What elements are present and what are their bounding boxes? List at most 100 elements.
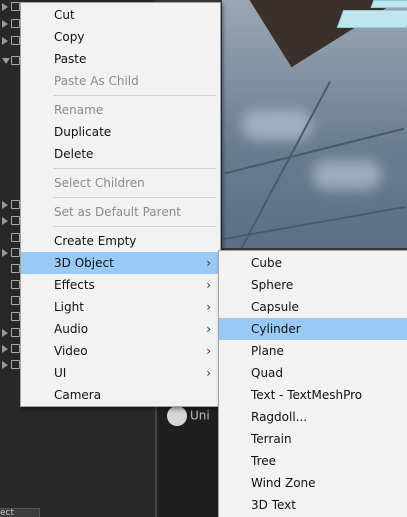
floor-reflection <box>312 160 382 190</box>
menu-item-duplicate[interactable]: Duplicate <box>21 121 220 143</box>
gameobject-icon <box>11 216 20 225</box>
menu-item-label: 3D Text <box>251 498 296 512</box>
expand-arrow-icon[interactable] <box>2 329 8 337</box>
submenu-item-plane[interactable]: Plane <box>219 340 407 362</box>
expand-arrow-icon[interactable] <box>2 3 8 11</box>
gameobject-icon <box>11 296 20 305</box>
submenu-arrow-icon: › <box>206 278 211 292</box>
menu-item-audio[interactable]: Audio › <box>21 318 220 340</box>
menu-item-ui[interactable]: UI › <box>21 362 220 384</box>
menu-item-label: Camera <box>54 388 102 402</box>
expand-arrow-icon[interactable] <box>2 345 8 353</box>
collapse-arrow-icon[interactable] <box>2 58 10 64</box>
gameobject-icon <box>11 36 20 45</box>
submenu-item-sphere[interactable]: Sphere <box>219 274 407 296</box>
menu-separator <box>21 194 220 201</box>
gameobject-icon <box>11 200 20 209</box>
gameobject-icon <box>11 264 20 273</box>
menu-item-label: UI <box>54 366 67 380</box>
gameobject-icon <box>11 312 20 321</box>
expand-arrow-icon[interactable] <box>2 217 8 225</box>
submenu-arrow-icon: › <box>206 300 211 314</box>
unity-logo-icon <box>167 406 187 426</box>
menu-item-video[interactable]: Video › <box>21 340 220 362</box>
menu-item-effects[interactable]: Effects › <box>21 274 220 296</box>
menu-item-label: Create Empty <box>54 234 137 248</box>
submenu-arrow-icon: › <box>206 256 211 270</box>
menu-separator <box>21 165 220 172</box>
expand-arrow-icon[interactable] <box>2 37 8 45</box>
menu-item-delete[interactable]: Delete <box>21 143 220 165</box>
expand-arrow-icon[interactable] <box>2 20 8 28</box>
submenu-arrow-icon: › <box>206 366 211 380</box>
submenu-3d-object: Cube Sphere Capsule Cylinder Plane Quad … <box>218 250 407 517</box>
menu-item-select-children[interactable]: Select Children <box>21 172 220 194</box>
menu-separator <box>21 223 220 230</box>
scene-table <box>370 0 407 8</box>
menu-item-rename[interactable]: Rename <box>21 99 220 121</box>
menu-item-3d-object[interactable]: 3D Object › <box>21 252 220 274</box>
menu-item-copy[interactable]: Copy <box>21 26 220 48</box>
menu-item-label: Cube <box>251 256 282 270</box>
submenu-item-terrain[interactable]: Terrain <box>219 428 407 450</box>
menu-item-label: Tree <box>251 454 277 468</box>
gameobject-icon <box>11 328 20 337</box>
menu-item-label: Audio <box>54 322 89 336</box>
submenu-item-wind-zone[interactable]: Wind Zone <box>219 472 407 494</box>
submenu-item-ragdoll[interactable]: Ragdoll... <box>219 406 407 428</box>
menu-item-label: Text - TextMeshPro <box>251 388 363 402</box>
menu-item-label: Paste <box>54 52 87 66</box>
menu-item-label: Copy <box>54 30 85 44</box>
menu-item-label: Rename <box>54 103 104 117</box>
menu-item-label: 3D Object <box>54 256 114 270</box>
submenu-item-quad[interactable]: Quad <box>219 362 407 384</box>
gameobject-icon <box>11 2 20 11</box>
floor-tile-line <box>223 205 406 241</box>
menu-item-paste-as-child[interactable]: Paste As Child <box>21 70 220 92</box>
submenu-item-cylinder[interactable]: Cylinder <box>219 318 407 340</box>
menu-item-label: Quad <box>251 366 284 380</box>
menu-item-label: Duplicate <box>54 125 112 139</box>
menu-item-label: Terrain <box>251 432 292 446</box>
menu-item-create-empty[interactable]: Create Empty <box>21 230 220 252</box>
submenu-item-cube[interactable]: Cube <box>219 252 407 274</box>
menu-item-set-default-parent[interactable]: Set as Default Parent <box>21 201 220 223</box>
menu-item-light[interactable]: Light › <box>21 296 220 318</box>
menu-item-camera[interactable]: Camera <box>21 384 220 406</box>
scene-table <box>336 10 407 28</box>
menu-item-label: Cut <box>54 8 75 22</box>
gameobject-icon <box>11 19 20 28</box>
submenu-arrow-icon: › <box>206 322 211 336</box>
menu-item-label: Ragdoll... <box>251 410 308 424</box>
gameobject-icon <box>11 233 20 242</box>
expand-arrow-icon[interactable] <box>2 201 8 209</box>
menu-separator <box>21 92 220 99</box>
submenu-item-tree[interactable]: Tree <box>219 450 407 472</box>
menu-item-label: Select Children <box>54 176 145 190</box>
expand-arrow-icon[interactable] <box>2 249 8 257</box>
menu-item-label: Wind Zone <box>251 476 316 490</box>
menu-item-label: Sphere <box>251 278 294 292</box>
submenu-arrow-icon: › <box>206 344 211 358</box>
scene-view[interactable] <box>222 0 407 248</box>
submenu-item-text-textmeshpro[interactable]: Text - TextMeshPro <box>219 384 407 406</box>
unity-label: Uni <box>167 406 210 426</box>
gameobject-icon <box>11 248 20 257</box>
expand-arrow-icon[interactable] <box>2 361 8 369</box>
menu-item-label: Paste As Child <box>54 74 139 88</box>
bottom-tab[interactable]: ect <box>0 508 40 517</box>
menu-item-label: Delete <box>54 147 94 161</box>
gameobject-icon <box>11 344 20 353</box>
menu-item-label: Set as Default Parent <box>54 205 182 219</box>
menu-item-label: Effects <box>54 278 95 292</box>
submenu-item-3d-text[interactable]: 3D Text <box>219 494 407 516</box>
menu-item-label: Light <box>54 300 84 314</box>
menu-item-label: Plane <box>251 344 284 358</box>
submenu-item-capsule[interactable]: Capsule <box>219 296 407 318</box>
menu-item-paste[interactable]: Paste <box>21 48 220 70</box>
menu-item-cut[interactable]: Cut <box>21 4 220 26</box>
bottom-tab-label: ect <box>0 508 15 517</box>
context-menu: Cut Copy Paste Paste As Child Rename Dup… <box>20 2 221 407</box>
gameobject-icon <box>11 56 20 65</box>
gameobject-icon <box>11 360 20 369</box>
